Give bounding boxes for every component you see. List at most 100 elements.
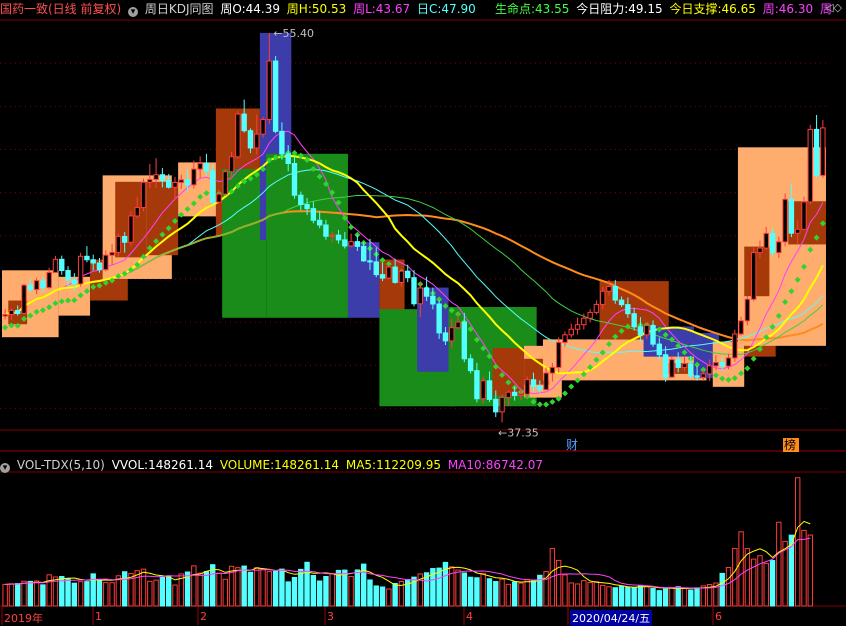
candle-body-104	[656, 343, 663, 356]
candle-body-50	[316, 219, 323, 226]
candle-body-109	[688, 363, 694, 377]
volume-bar-58	[367, 579, 373, 607]
volume-bar-74	[467, 576, 474, 607]
volume-bar-3	[21, 580, 27, 607]
volume-bar-10	[65, 577, 71, 607]
high-label: ←55.40	[273, 27, 314, 40]
candle-body-17	[109, 251, 115, 256]
volume-bar-54	[342, 569, 348, 607]
candle-body-63	[398, 270, 405, 283]
candle-body-59	[373, 261, 379, 276]
vvol-value: 148261.14	[148, 458, 213, 472]
candle-body-8	[52, 258, 59, 273]
candle-body-56	[354, 241, 361, 247]
candle-body-43	[272, 60, 279, 132]
candle-body-38	[241, 113, 247, 132]
candle-body-116	[732, 333, 738, 359]
dropdown-icon[interactable]: ▾	[0, 463, 10, 473]
candle-body-34	[216, 193, 222, 203]
volume-bar-107	[675, 586, 681, 607]
volume-bar-4	[27, 580, 34, 607]
volume-bar-69	[436, 567, 442, 607]
kdj-dot-90	[568, 383, 575, 390]
candle-body-41	[260, 118, 266, 135]
volume-bar-44	[279, 568, 285, 607]
kdj-dot-86	[543, 401, 550, 408]
candle-body-124	[782, 198, 788, 243]
volume-value: 148261.14	[274, 458, 340, 472]
candle-body-103	[650, 325, 656, 345]
x-axis-label-5: 2020/04/24/五	[570, 610, 653, 626]
candle-body-47	[298, 194, 304, 206]
candle-body-29	[184, 179, 191, 186]
candle-body-20	[128, 215, 134, 243]
volume-bar-32	[203, 571, 210, 607]
volume-bar-14	[90, 573, 96, 607]
volume-bar-72	[455, 569, 461, 607]
candle-body-9	[59, 258, 65, 272]
volume-bar-11	[71, 582, 78, 607]
candle-body-111	[700, 373, 707, 378]
candle-body-71	[449, 327, 455, 342]
volume-bar-0	[2, 583, 8, 607]
candle-body-81	[511, 391, 518, 396]
candle-body-122	[769, 232, 776, 254]
price-chart[interactable]: ←55.40 ←37.35 财 榜	[0, 0, 846, 625]
volume-bar-104	[656, 590, 663, 607]
candle-body-123	[776, 241, 782, 254]
candle-body-105	[662, 354, 669, 378]
x-axis-label-4: 4	[466, 610, 473, 623]
volume-bar-116	[732, 548, 738, 607]
candle-body-57	[360, 245, 367, 262]
volume-bar-19	[121, 571, 128, 607]
candle-body-65	[411, 277, 417, 305]
vol-name[interactable]: VOL-TDX(5,10)	[17, 458, 105, 472]
candle-body-83	[524, 379, 530, 395]
volume-bar-41	[260, 568, 266, 607]
candle-body-76	[480, 380, 486, 400]
volume-bar-27	[172, 584, 178, 607]
candle-body-64	[405, 270, 411, 279]
candle-body-107	[675, 359, 681, 368]
candle-body-127	[801, 201, 807, 230]
candle-body-98	[618, 299, 625, 306]
candle-body-15	[96, 262, 103, 271]
volume-bar-117	[738, 531, 744, 607]
volume-bar-78	[493, 581, 499, 607]
volume-bars	[2, 477, 813, 607]
volume-bar-91	[574, 583, 581, 607]
volume-bar-73	[461, 572, 468, 607]
volume-bar-97	[612, 587, 618, 607]
ma10-value: 86742.07	[485, 458, 543, 472]
candle-body-39	[247, 130, 254, 149]
candle-body-40	[254, 133, 260, 149]
volume-bar-38	[241, 565, 247, 607]
volume-bar-99	[625, 586, 631, 607]
volume-bar-22	[140, 568, 147, 607]
volume-bar-56	[354, 569, 361, 607]
candle-body-84	[530, 379, 537, 387]
candle-body-32	[203, 163, 210, 172]
volume-label: VOLUME:	[219, 458, 275, 472]
candle-body-27	[172, 181, 178, 188]
candle-body-55	[348, 241, 354, 247]
candle-body-95	[600, 290, 606, 305]
volume-bar-59	[373, 585, 379, 607]
candle-body-108	[681, 363, 688, 368]
weekly-box-29	[744, 246, 770, 297]
candle-body-97	[612, 286, 618, 301]
vvol-label: VVOL:	[111, 458, 149, 472]
candle-body-72	[455, 321, 461, 329]
candle-body-30	[191, 168, 197, 186]
volume-bar-96	[606, 586, 612, 607]
volume-bar-89	[562, 574, 568, 607]
volume-bar-95	[600, 584, 606, 607]
volume-bar-92	[581, 580, 587, 607]
cai-badge: 财	[566, 438, 578, 452]
volume-bar-79	[499, 578, 505, 607]
candle-body-112	[706, 365, 713, 375]
weekly-box-10	[222, 168, 267, 318]
volume-bar-31	[197, 572, 203, 607]
volume-bar-13	[84, 581, 90, 607]
volume-bar-81	[511, 581, 518, 607]
